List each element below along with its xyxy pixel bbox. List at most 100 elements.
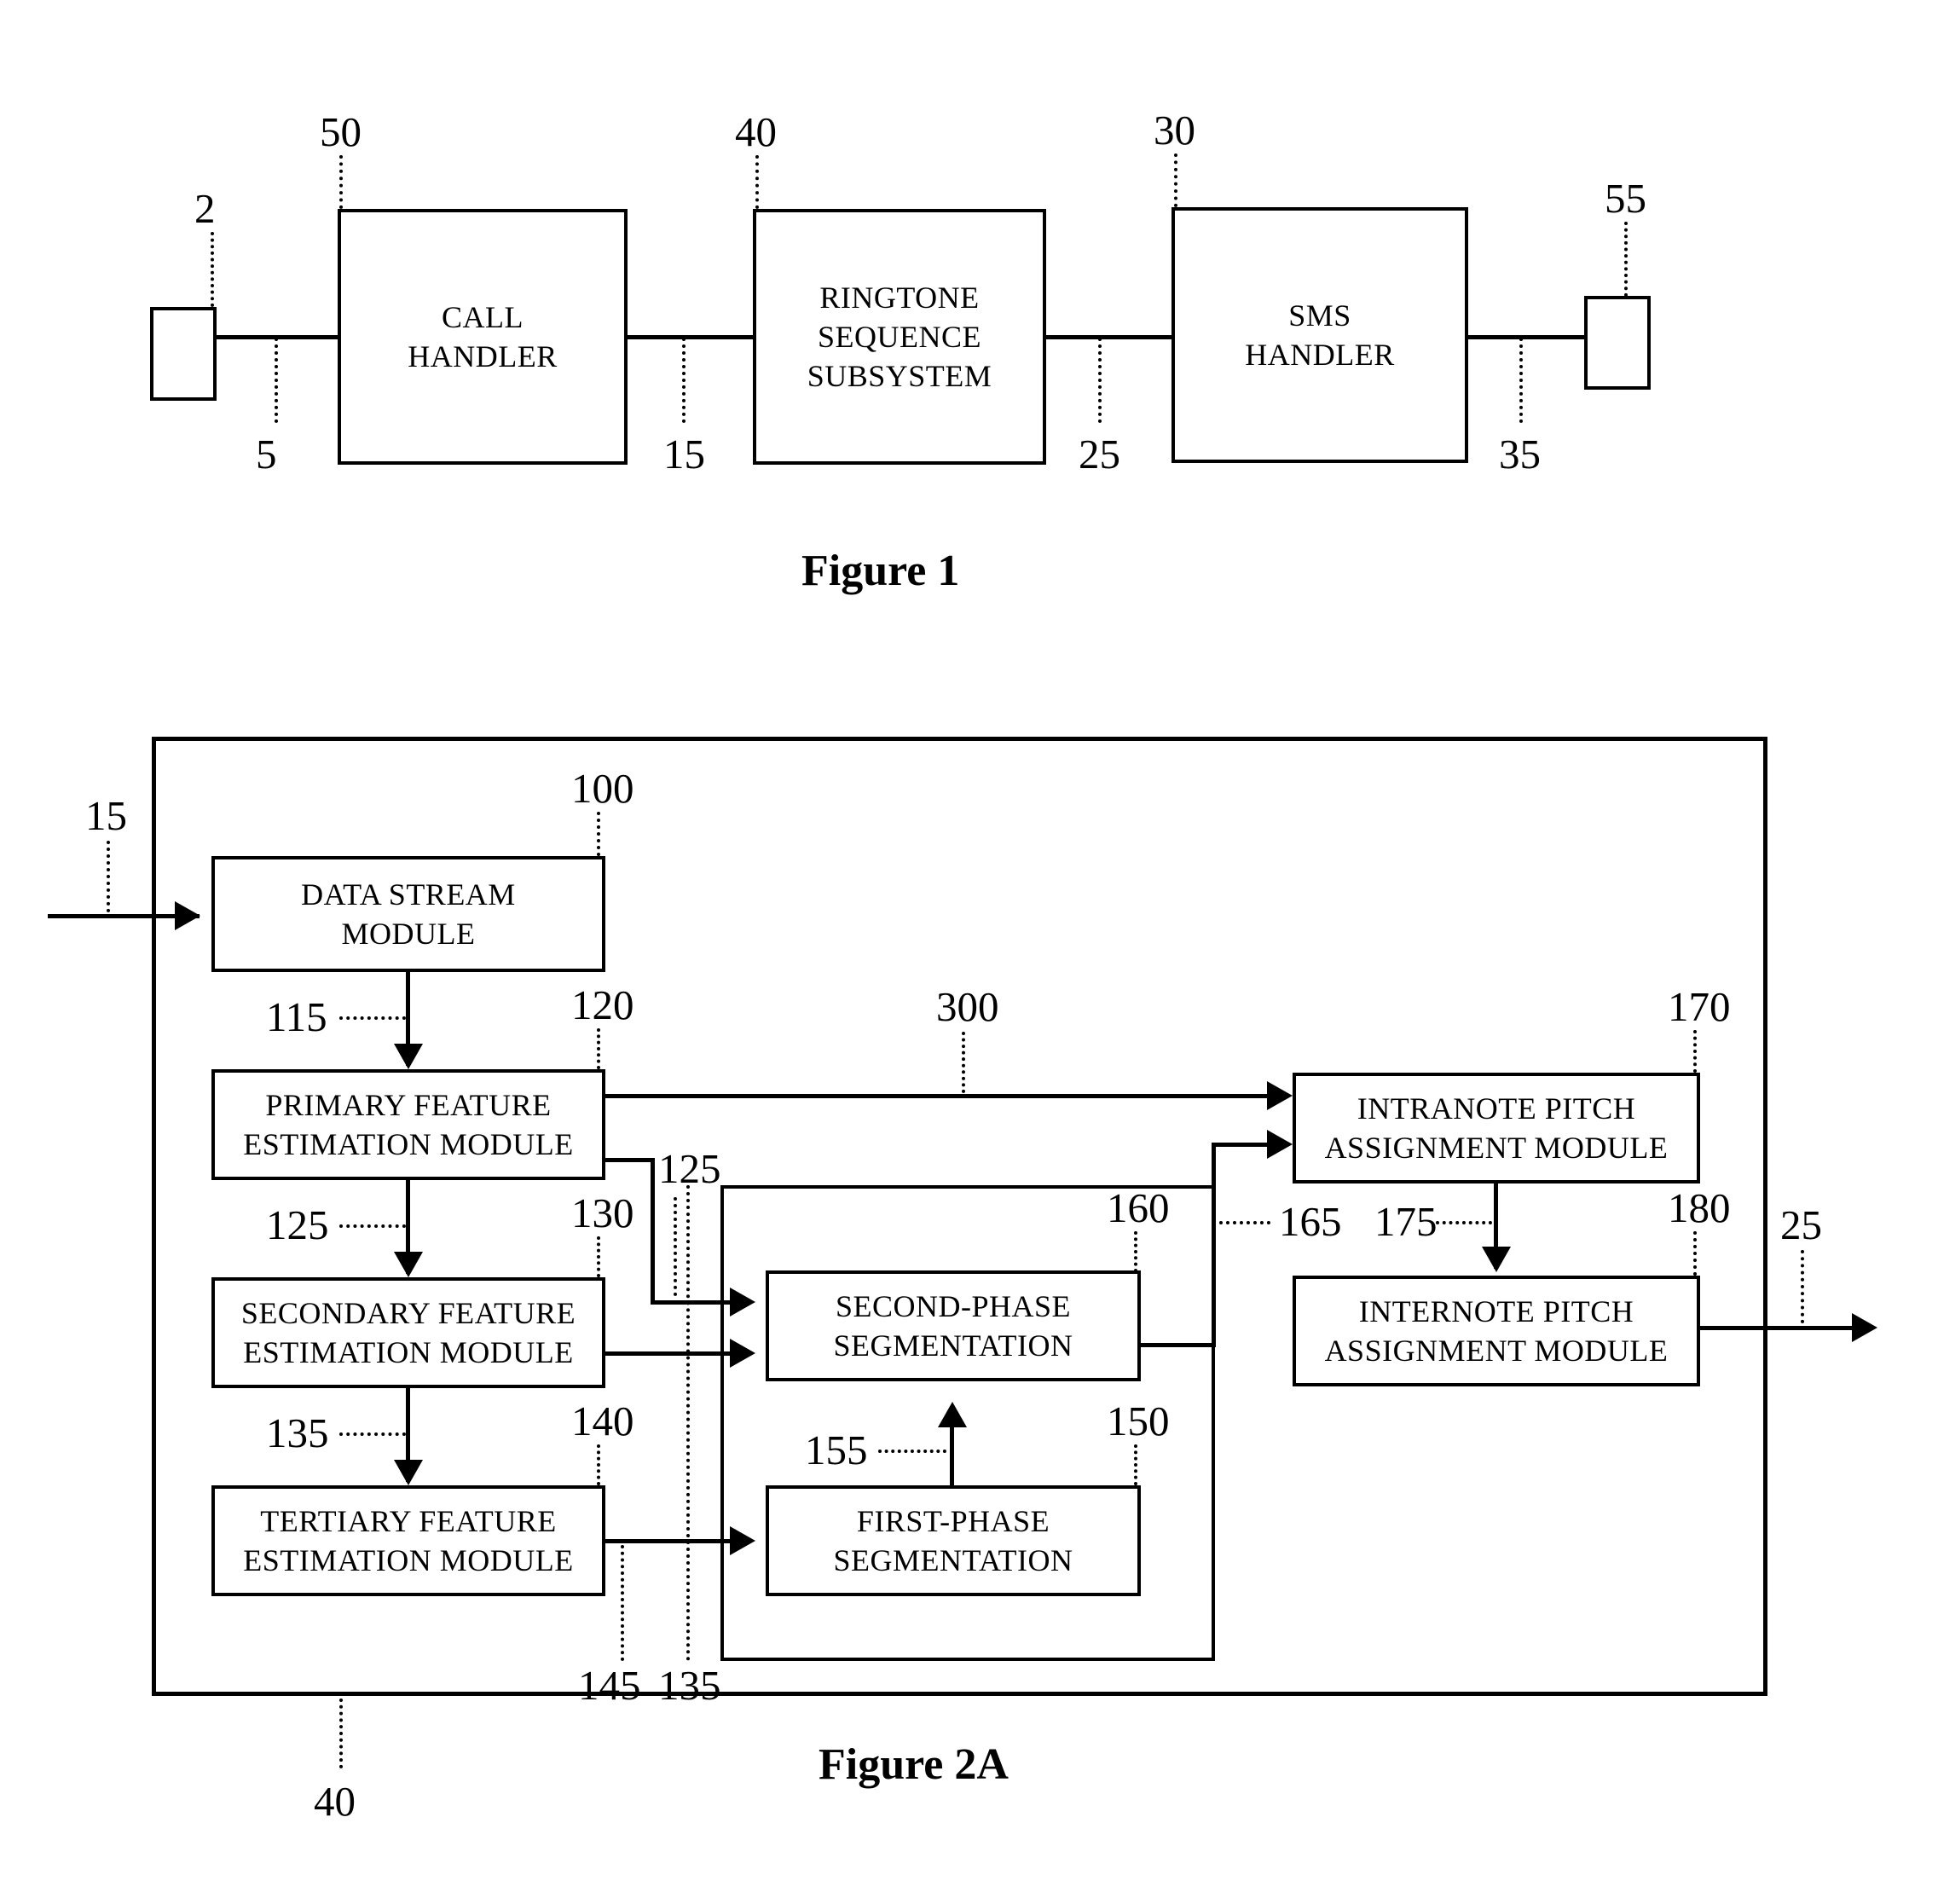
block-second-phase-segmentation: SECOND-PHASE SEGMENTATION xyxy=(766,1270,1141,1381)
patent-drawing-sheet: 2 5 CALL HANDLER 50 15 RINGTONE SEQUENCE… xyxy=(0,0,1938,1904)
leader-ref-135 xyxy=(339,1432,406,1436)
ref-label-165: 165 xyxy=(1279,1198,1342,1245)
ref-label-170: 170 xyxy=(1668,983,1731,1030)
leader-ref-155 xyxy=(878,1450,946,1453)
leader-ref-25 xyxy=(1098,338,1102,423)
ref-label-30: 30 xyxy=(1154,107,1195,153)
leader-ref-55 xyxy=(1624,222,1628,297)
ref-label-125b: 125 xyxy=(658,1145,721,1192)
block-intranote-pitch-assignment-module: INTRANOTE PITCH ASSIGNMENT MODULE xyxy=(1293,1073,1700,1183)
ref-label-15-fig2a: 15 xyxy=(85,792,127,839)
ref-label-180: 180 xyxy=(1668,1184,1731,1231)
block-line: RINGTONE xyxy=(819,280,980,315)
leader-ref-50 xyxy=(339,155,343,209)
block-line: FIRST-PHASE xyxy=(856,1503,1050,1538)
ref-label-2: 2 xyxy=(194,185,216,232)
leader-ref-100 xyxy=(597,812,600,856)
block-line: SUBSYSTEM xyxy=(807,359,992,394)
leader-ref-140 xyxy=(597,1444,600,1485)
leader-ref-40-fig2a xyxy=(339,1699,343,1768)
leader-ref-145 xyxy=(621,1545,624,1661)
leader-ref-40 xyxy=(755,155,759,209)
ref-label-150: 150 xyxy=(1107,1398,1170,1444)
ref-label-25-fig2a: 25 xyxy=(1780,1201,1822,1248)
block-line: HANDLER xyxy=(1245,338,1395,372)
signal-155-arrow-icon xyxy=(938,1402,967,1427)
figure1-block-call-handler: CALL HANDLER xyxy=(338,209,628,465)
figure2a-output-line xyxy=(1697,1326,1864,1330)
block-primary-feature-estimation-module: PRIMARY FEATURE ESTIMATION MODULE xyxy=(211,1069,605,1180)
signal-175-arrow-icon xyxy=(1482,1247,1511,1272)
block-line: ESTIMATION MODULE xyxy=(243,1543,574,1577)
block-line: SECONDARY FEATURE xyxy=(240,1295,576,1330)
leader-ref-5 xyxy=(275,338,278,423)
block-line: SMS xyxy=(1288,298,1351,333)
block-line: CALL xyxy=(442,299,524,334)
block-line: PRIMARY FEATURE xyxy=(265,1087,552,1122)
signal-145-line xyxy=(602,1539,740,1543)
signal-125b-seg1 xyxy=(602,1158,655,1162)
ref-label-5: 5 xyxy=(256,431,277,477)
block-line: ASSIGNMENT MODULE xyxy=(1324,1131,1669,1165)
block-secondary-feature-estimation-module: SECONDARY FEATURE ESTIMATION MODULE xyxy=(211,1277,605,1388)
ref-label-120: 120 xyxy=(571,981,634,1028)
leader-ref-125 xyxy=(339,1224,406,1228)
ref-label-125: 125 xyxy=(266,1201,329,1248)
leader-ref-35 xyxy=(1519,338,1523,423)
input-arrow-icon xyxy=(175,901,200,930)
leader-ref-25-fig2a xyxy=(1801,1250,1804,1323)
block-line: HANDLER xyxy=(408,339,558,373)
figure1-block-sms-handler: SMS HANDLER xyxy=(1171,207,1468,463)
ref-label-135: 135 xyxy=(266,1409,329,1456)
signal-125-arrow-icon xyxy=(394,1252,423,1277)
leader-ref-120 xyxy=(597,1028,600,1069)
leader-ref-115 xyxy=(339,1016,406,1020)
signal-115-arrow-icon xyxy=(394,1044,423,1069)
block-line: SEQUENCE xyxy=(818,319,981,354)
leader-ref-2 xyxy=(211,232,214,307)
ref-label-140: 140 xyxy=(571,1398,634,1444)
ref-label-155: 155 xyxy=(805,1427,868,1473)
block-internote-pitch-assignment-module: INTERNOTE PITCH ASSIGNMENT MODULE xyxy=(1293,1276,1700,1386)
ref-label-55: 55 xyxy=(1605,175,1646,222)
figure1-link-15 xyxy=(625,335,755,339)
figure-1-caption: Figure 1 xyxy=(801,547,960,595)
ref-label-100: 100 xyxy=(571,765,634,812)
block-line: ESTIMATION MODULE xyxy=(243,1335,574,1369)
ref-label-50: 50 xyxy=(320,108,362,155)
leader-ref-165 xyxy=(1219,1221,1270,1224)
leader-ref-300 xyxy=(962,1032,965,1093)
block-first-phase-segmentation: FIRST-PHASE SEGMENTATION xyxy=(766,1485,1141,1596)
block-tertiary-feature-estimation-module: TERTIARY FEATURE ESTIMATION MODULE xyxy=(211,1485,605,1596)
output-arrow-icon xyxy=(1852,1313,1877,1342)
figure1-terminal-right xyxy=(1584,296,1651,390)
block-line: MODULE xyxy=(341,917,476,951)
ref-label-35: 35 xyxy=(1499,431,1541,477)
signal-165-seg2 xyxy=(1212,1143,1216,1347)
leader-ref-175 xyxy=(1436,1221,1492,1224)
signal-secondary-to-seg2 xyxy=(602,1351,740,1356)
leader-ref-160 xyxy=(1134,1231,1137,1272)
signal-165-seg1 xyxy=(1137,1343,1216,1347)
leader-ref-125b xyxy=(674,1197,677,1296)
leader-ref-15 xyxy=(682,338,686,423)
ref-label-130: 130 xyxy=(571,1189,634,1236)
figure1-terminal-left xyxy=(150,307,217,401)
leader-ref-15-fig2a xyxy=(107,841,110,912)
ref-label-115: 115 xyxy=(266,993,327,1040)
signal-165-arrow-icon xyxy=(1267,1130,1293,1159)
leader-ref-130 xyxy=(597,1236,600,1277)
figure-2a-caption: Figure 2A xyxy=(819,1740,1009,1789)
ref-label-300: 300 xyxy=(936,983,999,1030)
figure1-link-35 xyxy=(1466,335,1587,339)
leader-ref-180 xyxy=(1693,1231,1697,1276)
block-line: INTRANOTE PITCH xyxy=(1357,1091,1636,1126)
block-line: SEGMENTATION xyxy=(833,1328,1073,1363)
leader-ref-170 xyxy=(1693,1030,1697,1073)
leader-ref-135b xyxy=(686,1185,690,1661)
block-line: SECOND-PHASE xyxy=(835,1288,1072,1323)
block-line: INTERNOTE PITCH xyxy=(1358,1293,1634,1328)
leader-ref-150 xyxy=(1134,1444,1137,1485)
ref-label-40: 40 xyxy=(735,108,777,155)
ref-label-175: 175 xyxy=(1374,1198,1438,1245)
